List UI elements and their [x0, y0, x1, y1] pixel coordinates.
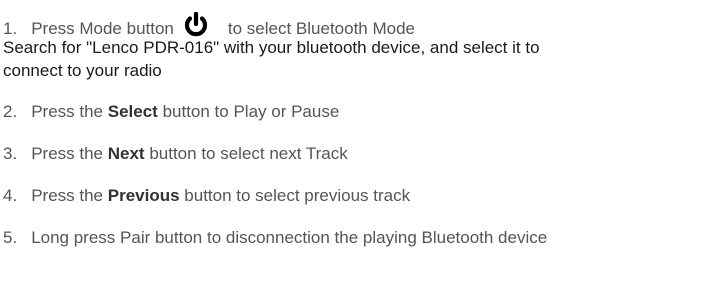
- step-text-suffix: button to select next Track: [149, 144, 348, 163]
- step-text-suffix: button to select previous track: [184, 186, 411, 205]
- step-number: 5.: [3, 228, 18, 247]
- step-number: 2.: [3, 102, 18, 121]
- step-text-suffix: button to Play or Pause: [162, 102, 340, 121]
- step-text: Long press Pair button to disconnection …: [31, 228, 548, 247]
- step-text-prefix: Press the: [31, 144, 103, 163]
- step-4: 4. Press the Previous button to select pr…: [3, 185, 410, 207]
- step-number: 4.: [3, 186, 18, 205]
- button-name-select: Select: [107, 102, 158, 121]
- instruction-document: 1. Press Mode button to select Bluetooth M…: [0, 0, 714, 299]
- step-text-prefix: Press the: [31, 102, 103, 121]
- step-3: 3. Press the Next button to select next T…: [3, 143, 348, 165]
- step-number: 1.: [3, 19, 18, 38]
- step-5: 5. Long press Pair button to disconnectio…: [3, 227, 547, 249]
- step-1-detail-line-2: connect to your radio: [3, 61, 162, 80]
- step-text-after-icon: to select Bluetooth Mode: [227, 19, 416, 38]
- button-name-next: Next: [107, 144, 145, 163]
- step-number: 3.: [3, 144, 18, 163]
- button-name-previous: Previous: [107, 186, 180, 205]
- step-1-detail-line-1: Search for "Lenco PDR-016" with your blu…: [3, 38, 540, 57]
- step-text-prefix: Press the: [31, 186, 103, 205]
- step-text-before-icon: Press Mode button: [31, 19, 174, 38]
- step-2: 2. Press the Select button to Play or Pau…: [3, 101, 339, 123]
